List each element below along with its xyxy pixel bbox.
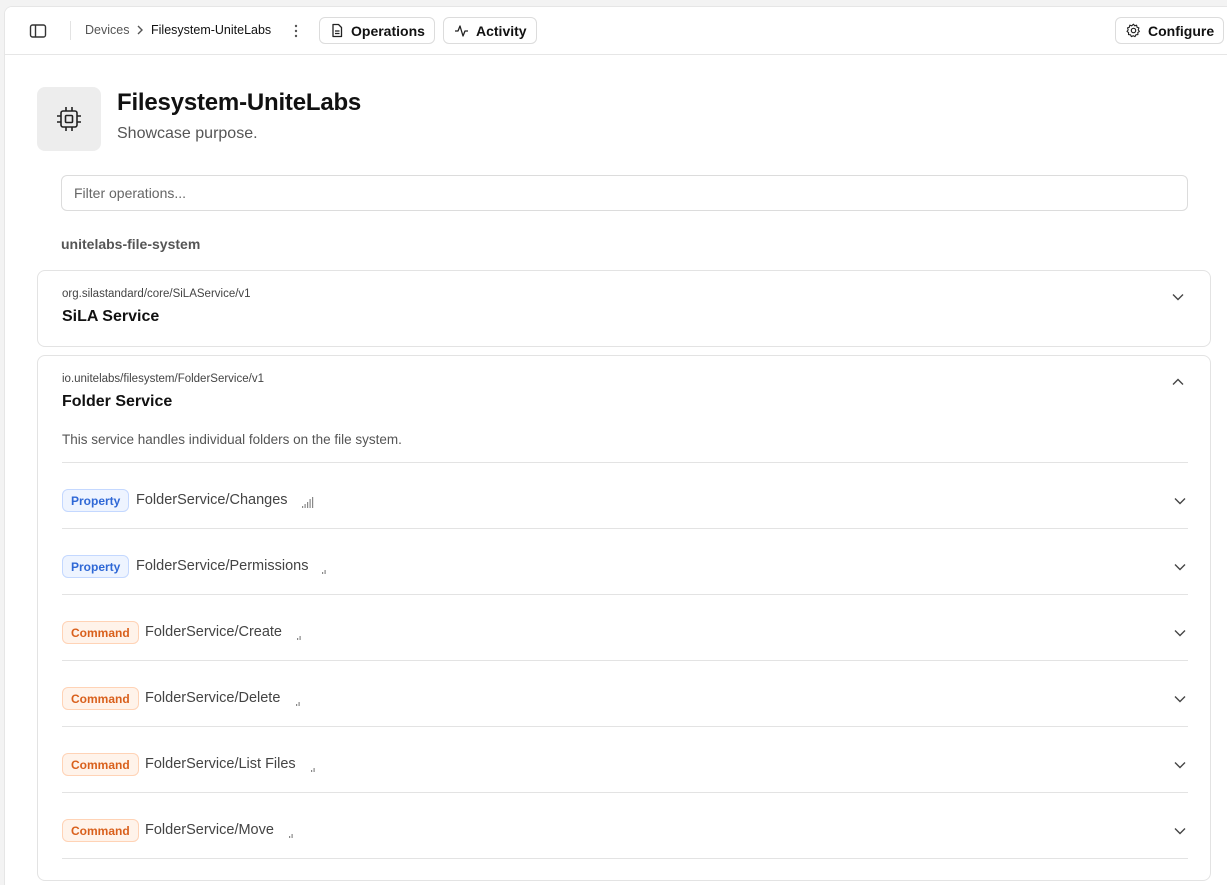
gear-icon bbox=[1126, 23, 1140, 38]
chevron-down-icon[interactable] bbox=[1174, 695, 1186, 703]
device-avatar bbox=[37, 87, 101, 151]
page-subtitle: Showcase purpose. bbox=[117, 125, 258, 142]
chevron-down-icon[interactable] bbox=[1174, 629, 1186, 637]
operations-button[interactable]: Operations bbox=[319, 17, 435, 44]
chevron-down-icon[interactable] bbox=[1174, 497, 1186, 505]
operation-name: FolderService/Delete bbox=[145, 690, 281, 706]
signal-dot-icon bbox=[296, 702, 300, 706]
signal-dot-icon bbox=[311, 768, 315, 772]
feature-identifier: io.unitelabs/filesystem/FolderService/v1 bbox=[62, 373, 264, 385]
operation-name: FolderService/Permissions bbox=[136, 558, 309, 574]
feature-description: This service handles individual folders … bbox=[62, 432, 402, 447]
signal-dot-icon bbox=[322, 570, 326, 574]
chevron-down-icon[interactable] bbox=[1174, 827, 1186, 835]
top-bar: Devices Filesystem-UniteLabs Operations … bbox=[5, 7, 1227, 55]
operation-name: FolderService/Move bbox=[145, 822, 274, 838]
chip-icon bbox=[57, 107, 81, 131]
more-options-icon[interactable] bbox=[291, 23, 301, 39]
feature-name: Folder Service bbox=[62, 393, 173, 410]
command-badge: Command bbox=[62, 621, 139, 644]
activity-label: Activity bbox=[476, 22, 527, 39]
operation-name: FolderService/Create bbox=[145, 624, 282, 640]
divider bbox=[62, 858, 1188, 859]
activity-icon bbox=[455, 24, 468, 37]
group-label: unitelabs-file-system bbox=[61, 236, 201, 252]
feature-identifier: org.silastandard/core/SiLAService/v1 bbox=[62, 288, 251, 300]
sidebar-toggle-icon[interactable] bbox=[29, 23, 47, 39]
feature-name: SiLA Service bbox=[62, 308, 160, 325]
signal-bars-icon bbox=[302, 497, 314, 508]
operation-row[interactable]: Command FolderService/List Files bbox=[62, 727, 1188, 793]
activity-button[interactable]: Activity bbox=[443, 17, 537, 44]
property-badge: Property bbox=[62, 489, 130, 512]
operation-row[interactable]: Command FolderService/Move bbox=[62, 793, 1188, 859]
operation-name: FolderService/List Files bbox=[145, 756, 296, 772]
feature-card-folder-service: io.unitelabs/filesystem/FolderService/v1… bbox=[37, 355, 1211, 881]
breadcrumb-current: Filesystem-UniteLabs bbox=[151, 23, 272, 37]
breadcrumb-chevron-icon bbox=[137, 25, 143, 35]
chevron-down-icon[interactable] bbox=[1174, 761, 1186, 769]
feature-card-sila-service[interactable]: org.silastandard/core/SiLAService/v1 SiL… bbox=[37, 270, 1211, 347]
operation-row[interactable]: Property FolderService/Changes bbox=[62, 463, 1188, 529]
command-badge: Command bbox=[62, 687, 139, 710]
chevron-up-icon[interactable] bbox=[1172, 378, 1184, 386]
operation-name: FolderService/Changes bbox=[136, 492, 288, 508]
chevron-down-icon[interactable] bbox=[1174, 563, 1186, 571]
operation-row[interactable]: Command FolderService/Delete bbox=[62, 661, 1188, 727]
filter-operations-input[interactable] bbox=[61, 175, 1188, 211]
configure-label: Configure bbox=[1148, 22, 1215, 39]
app-frame: Devices Filesystem-UniteLabs Operations … bbox=[4, 6, 1227, 885]
command-badge: Command bbox=[62, 819, 139, 842]
operations-label: Operations bbox=[351, 22, 425, 39]
header-divider bbox=[70, 21, 71, 40]
configure-button[interactable]: Configure bbox=[1115, 17, 1224, 44]
signal-dot-icon bbox=[297, 636, 301, 640]
operation-row[interactable]: Command FolderService/Create bbox=[62, 595, 1188, 661]
chevron-down-icon[interactable] bbox=[1172, 293, 1184, 301]
signal-dot-icon bbox=[289, 834, 293, 838]
document-icon bbox=[332, 23, 343, 38]
page-title: Filesystem-UniteLabs bbox=[117, 89, 362, 116]
operation-row[interactable]: Property FolderService/Permissions bbox=[62, 529, 1188, 595]
property-badge: Property bbox=[62, 555, 130, 578]
command-badge: Command bbox=[62, 753, 139, 776]
breadcrumb-devices[interactable]: Devices bbox=[85, 22, 129, 38]
